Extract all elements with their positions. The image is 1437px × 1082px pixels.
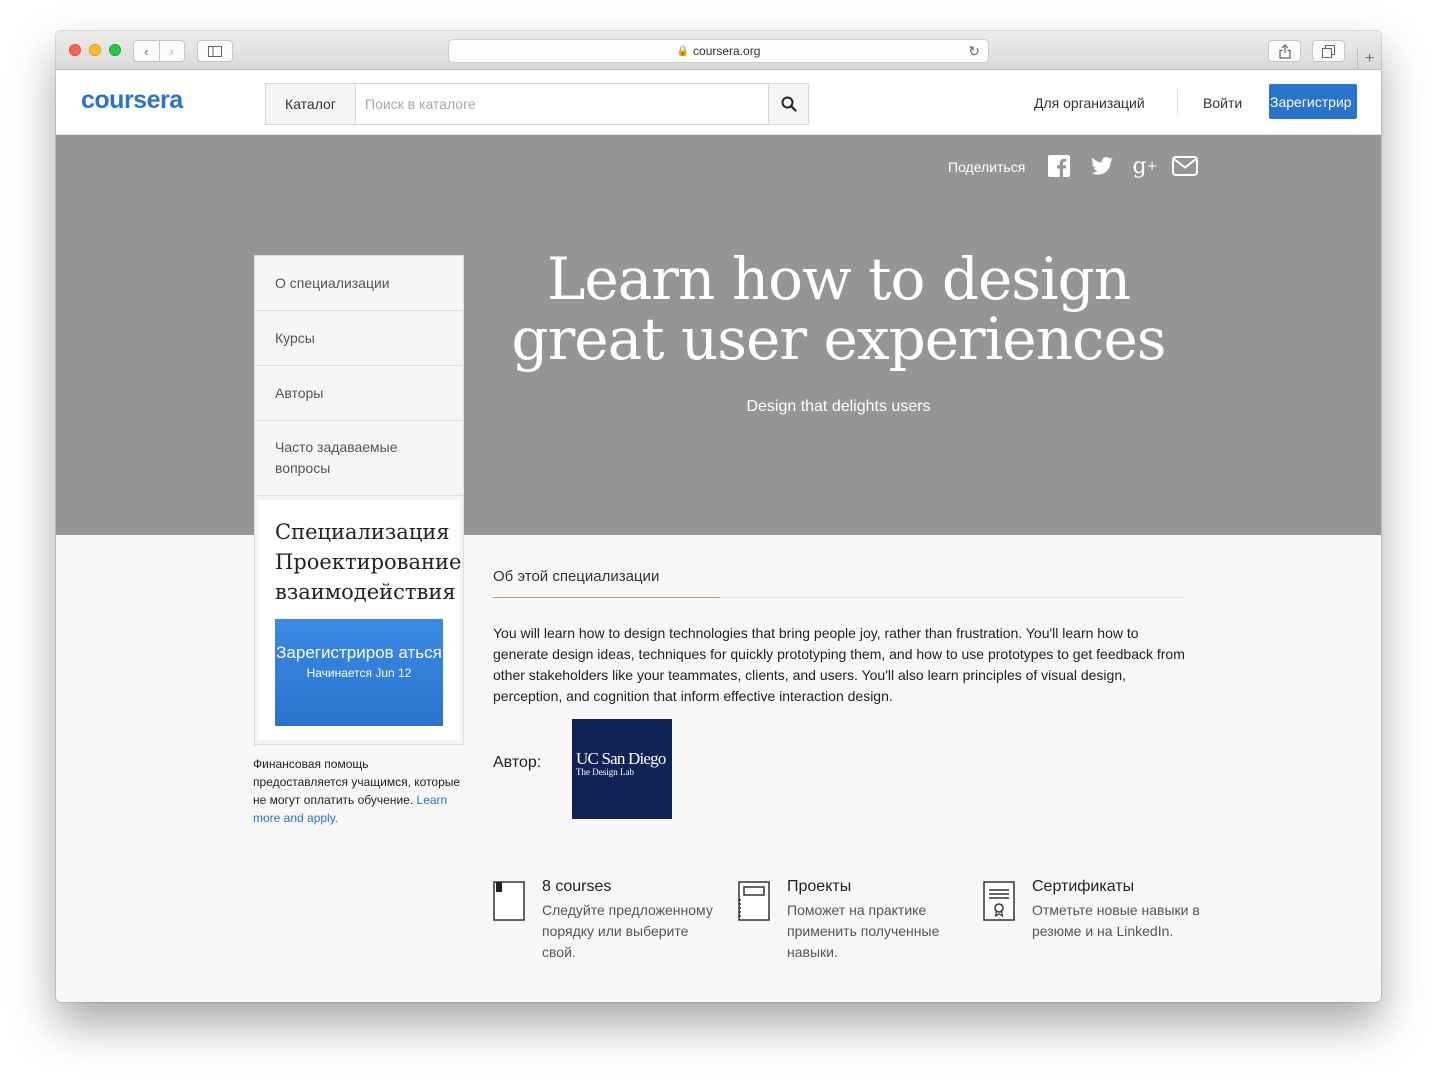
facebook-icon[interactable]: [1046, 153, 1072, 179]
feature-title: Сертификаты: [1032, 878, 1135, 895]
active-tab-underline: [493, 597, 720, 598]
financial-aid-note: Финансовая помощь предоставляется учащим…: [253, 755, 463, 827]
signup-button[interactable]: Зарегистрир: [1269, 84, 1357, 119]
catalog-button[interactable]: Каталог: [266, 84, 356, 124]
feature-title: Проекты: [787, 878, 852, 895]
browser-toolbar: ‹ › 🔒 coursera.org ↻ +: [56, 31, 1381, 70]
back-button[interactable]: ‹: [134, 41, 159, 61]
certificate-icon: [983, 881, 1015, 921]
specialization-title-line: взаимодействия: [275, 580, 456, 604]
search-button[interactable]: [768, 84, 808, 124]
minimize-window-button[interactable]: [89, 44, 101, 56]
address-url: coursera.org: [693, 44, 761, 58]
enroll-button[interactable]: Зарегистриров аться Начинается Jun 12: [275, 619, 443, 726]
feature-description: Следуйте предложенному порядку или выбер…: [542, 902, 713, 960]
browser-window: ‹ › 🔒 coursera.org ↻ + coursera Каталог …: [56, 31, 1381, 1002]
specialization-title-line: Проектирование: [275, 550, 462, 574]
lock-icon: 🔒: [676, 45, 690, 57]
for-organizations-link[interactable]: Для организаций: [1034, 95, 1145, 111]
specialization-card: Специализация Проектирование взаимодейст…: [259, 500, 462, 740]
sidebar-item-authors[interactable]: Авторы: [255, 366, 463, 421]
coursera-logo[interactable]: coursera: [81, 86, 183, 115]
enroll-label: Зарегистриров аться: [276, 643, 442, 662]
catalog-search: Каталог: [265, 83, 809, 125]
email-icon[interactable]: [1172, 153, 1198, 179]
share-icon: [1278, 43, 1291, 59]
author-label: Автор:: [493, 754, 542, 771]
share-button[interactable]: [1268, 40, 1301, 62]
sidebar-toggle-button[interactable]: [197, 40, 233, 62]
enroll-start-date: Начинается Jun 12: [306, 666, 412, 680]
feature-description: Отметьте новые навыки в резюме и на Link…: [1032, 902, 1200, 939]
google-plus-icon[interactable]: g +: [1130, 153, 1160, 179]
history-nav: ‹ ›: [133, 40, 185, 62]
login-link[interactable]: Войти: [1203, 95, 1242, 111]
forward-button[interactable]: ›: [158, 41, 185, 61]
about-description: You will learn how to design technologie…: [493, 625, 1185, 704]
tab-about-specialization[interactable]: Об этой специализации: [493, 568, 659, 585]
address-bar[interactable]: 🔒 coursera.org ↻: [448, 39, 989, 63]
sidebar-item-courses[interactable]: Курсы: [255, 311, 463, 366]
reload-icon[interactable]: ↻: [968, 43, 980, 60]
sidebar-item-faq[interactable]: Часто задаваемые вопросы: [255, 421, 463, 496]
hero-subtitle: Design that delights users: [746, 398, 931, 415]
ucsd-design-lab-logo[interactable]: UC San Diego The Design Lab: [572, 719, 672, 819]
feature-description: Поможет на практике применить полученные…: [787, 902, 940, 960]
share-label: Поделиться: [948, 159, 1026, 175]
close-window-button[interactable]: [69, 44, 81, 56]
partner-logo-name: UC San Diego: [576, 749, 666, 768]
twitter-icon[interactable]: [1089, 153, 1115, 179]
search-icon: [781, 96, 797, 112]
show-tabs-button[interactable]: [1312, 40, 1345, 62]
hero-title: Learn how to design great user experienc…: [511, 245, 1166, 373]
new-tab-button[interactable]: +: [1357, 48, 1381, 70]
notebook-icon: [738, 881, 770, 921]
header-divider: [1177, 90, 1178, 115]
feature-title: 8 courses: [542, 878, 612, 895]
specialization-sidebar: О специализации Курсы Авторы Часто задав…: [254, 255, 464, 745]
tabs-icon: [1322, 44, 1335, 58]
search-input[interactable]: [356, 84, 768, 124]
sidebar-icon: [208, 45, 222, 57]
book-icon: [493, 881, 525, 921]
specialization-title-line: Специализация: [275, 520, 450, 544]
sidebar-item-about[interactable]: О специализации: [255, 256, 463, 311]
site-header: coursera Каталог Для организаций Войти З…: [56, 70, 1381, 135]
tab-divider: [720, 597, 1184, 598]
zoom-window-button[interactable]: [109, 44, 121, 56]
